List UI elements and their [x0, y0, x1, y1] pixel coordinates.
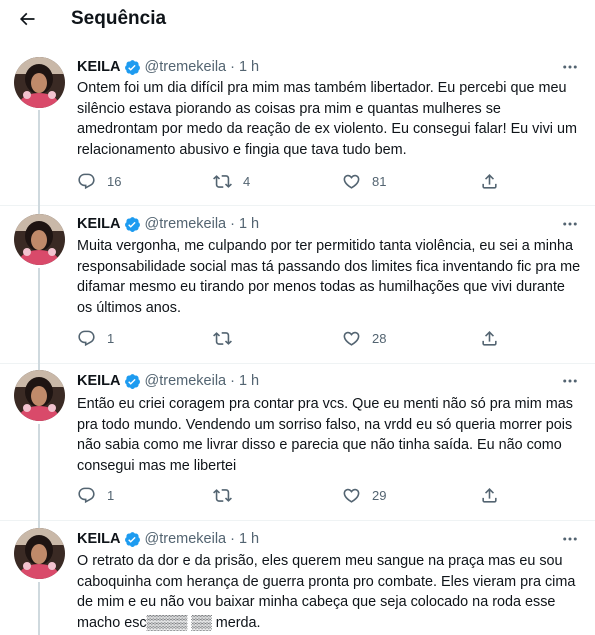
like-count: 81: [372, 173, 387, 189]
reply-button[interactable]: 1: [77, 327, 114, 349]
timestamp[interactable]: 1 h: [239, 214, 259, 234]
tweet[interactable]: KEILA @tremekeila · 1 h Ontem foi um dia…: [0, 40, 595, 206]
tweet-actions: 1 29: [77, 484, 537, 506]
share-icon: [482, 487, 497, 503]
retweet-button[interactable]: 4: [213, 170, 250, 192]
retweet-icon: [213, 174, 232, 188]
more-icon: [563, 65, 577, 69]
verified-badge-icon: [124, 216, 141, 233]
share-button[interactable]: [480, 170, 499, 192]
thread-line: [38, 521, 40, 528]
verified-badge-icon: [124, 373, 141, 390]
avatar-image: [14, 214, 65, 265]
like-icon: [343, 174, 360, 189]
tweet-text: Então eu criei coragem pra contar pra vc…: [77, 396, 573, 474]
reply-button[interactable]: 1: [77, 484, 114, 506]
page-title: Sequência: [71, 8, 167, 29]
share-icon: [482, 173, 497, 189]
like-count: 29: [372, 487, 387, 503]
display-name[interactable]: KEILA: [77, 214, 121, 234]
thread-line: [38, 424, 40, 521]
tweet[interactable]: KEILA @tremekeila · 1 h O retrato da dor…: [0, 521, 595, 635]
like-count: 28: [372, 330, 387, 346]
share-icon: [482, 330, 497, 346]
tweet-text: O retrato da dor e da prisão, eles quere…: [77, 553, 576, 631]
tweet-header: KEILA @tremekeila · 1 h: [77, 214, 259, 234]
tweet-header: KEILA @tremekeila · 1 h: [77, 529, 259, 549]
timestamp[interactable]: 1 h: [239, 57, 259, 77]
thread-line: [38, 582, 40, 635]
share-button[interactable]: [480, 484, 499, 506]
avatar-image: [14, 370, 65, 421]
back-button[interactable]: [14, 6, 40, 32]
reply-icon: [78, 173, 95, 189]
like-button[interactable]: 81: [342, 170, 386, 192]
avatar[interactable]: [14, 528, 65, 579]
tweet-actions: 1 28: [77, 327, 537, 349]
like-button[interactable]: 28: [342, 327, 386, 349]
reply-count: 1: [107, 330, 115, 346]
user-handle[interactable]: @tremekeila: [145, 214, 227, 234]
tweet[interactable]: KEILA @tremekeila · 1 h Muita vergonha, …: [0, 206, 595, 364]
avatar-image: [14, 57, 65, 108]
like-icon: [343, 488, 360, 503]
retweet-button[interactable]: [213, 484, 243, 506]
reply-icon: [78, 487, 95, 503]
avatar[interactable]: [14, 370, 65, 421]
tweet[interactable]: KEILA @tremekeila · 1 h Então eu criei c…: [0, 364, 595, 521]
display-name[interactable]: KEILA: [77, 529, 121, 549]
retweet-icon: [213, 331, 232, 345]
like-button[interactable]: 29: [342, 484, 386, 506]
retweet-icon: [213, 488, 232, 502]
share-button[interactable]: [480, 327, 499, 349]
back-arrow-icon: [19, 12, 35, 26]
page-header: Sequência: [0, 0, 595, 40]
user-handle[interactable]: @tremekeila: [145, 529, 227, 549]
display-name[interactable]: KEILA: [77, 57, 121, 77]
more-button[interactable]: [558, 529, 582, 549]
timestamp[interactable]: 1 h: [239, 371, 259, 391]
verified-badge-icon: [124, 59, 141, 76]
reply-icon: [78, 330, 95, 346]
more-icon: [563, 537, 577, 541]
user-handle[interactable]: @tremekeila: [145, 371, 227, 391]
thread-line: [38, 268, 40, 364]
reply-count: 16: [107, 173, 122, 189]
separator-dot: ·: [230, 59, 235, 75]
reply-button[interactable]: 16: [77, 170, 121, 192]
avatar[interactable]: [14, 214, 65, 265]
thread-line: [38, 206, 40, 214]
display-name[interactable]: KEILA: [77, 371, 121, 391]
timestamp[interactable]: 1 h: [239, 529, 259, 549]
tweet-text: Muita vergonha, me culpando por ter perm…: [77, 238, 581, 316]
retweet-count: 4: [243, 173, 251, 189]
more-button[interactable]: [558, 371, 582, 391]
avatar-image: [14, 528, 65, 579]
reply-count: 1: [107, 487, 115, 503]
more-button[interactable]: [558, 57, 582, 77]
user-handle[interactable]: @tremekeila: [145, 57, 227, 77]
tweet-actions: 16 4 81: [77, 170, 537, 192]
tweet-text: Ontem foi um dia difícil pra mim mas tam…: [77, 80, 577, 158]
separator-dot: ·: [230, 531, 235, 547]
more-button[interactable]: [558, 214, 582, 234]
verified-badge-icon: [124, 531, 141, 548]
avatar[interactable]: [14, 57, 65, 108]
retweet-button[interactable]: [213, 327, 243, 349]
tweet-header: KEILA @tremekeila · 1 h: [77, 371, 259, 391]
more-icon: [563, 222, 577, 226]
separator-dot: ·: [230, 373, 235, 389]
tweet-header: KEILA @tremekeila · 1 h: [77, 57, 259, 77]
like-icon: [343, 331, 360, 346]
thread-line: [38, 110, 40, 206]
more-icon: [563, 379, 577, 383]
separator-dot: ·: [230, 216, 235, 232]
